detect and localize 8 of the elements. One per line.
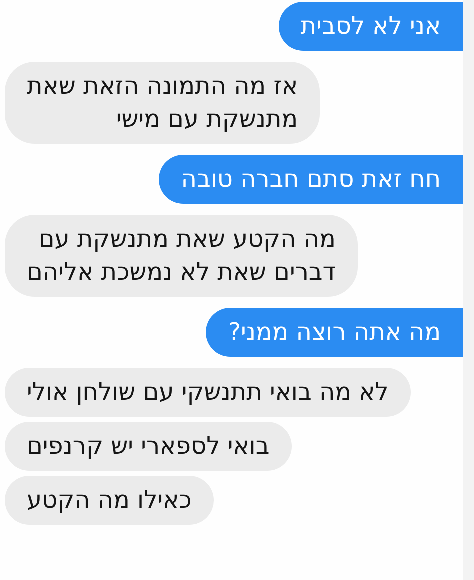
received-message: מה הקטע שאת מתנשקת עם דברים שאת לא נמשכת אליהם: [5, 215, 358, 297]
sent-message: אני לא לסבית: [278, 2, 463, 51]
received-message: בואי לספארי יש קרנפים: [5, 422, 292, 471]
sent-message: חח זאת סתם חברה טובה: [159, 155, 463, 204]
sent-message: מה אתה רוצה ממני?: [206, 308, 463, 357]
received-message: לא מה בואי תתנשקי עם שולחן אולי: [5, 368, 411, 417]
received-message: כאילו מה הקטע: [5, 476, 214, 525]
received-message: אז מה התמונה הזאת שאת מתנשקת עם מישי: [5, 62, 320, 144]
